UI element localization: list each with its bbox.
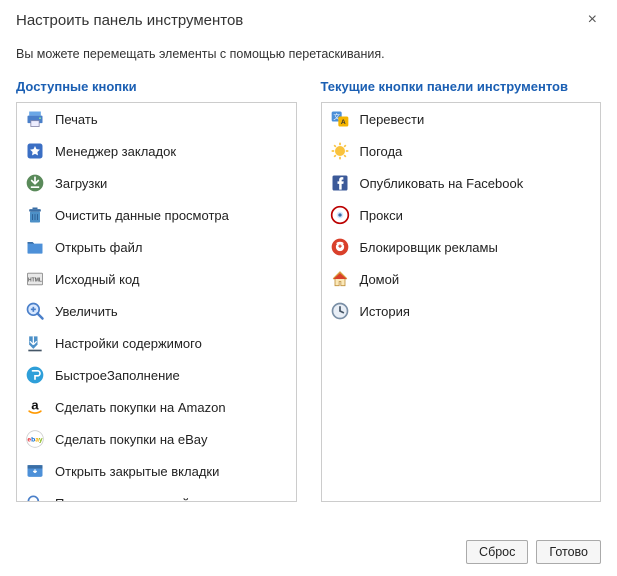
list-item[interactable]: a Сделать покупки на Amazon <box>17 391 296 423</box>
list-item[interactable]: Менеджер закладок <box>17 135 296 167</box>
print-icon <box>25 109 45 129</box>
list-item[interactable]: Опубликовать на Facebook <box>322 167 601 199</box>
list-item[interactable]: Увеличить <box>17 295 296 327</box>
search-icon <box>25 493 45 501</box>
list-item[interactable]: 文A Перевести <box>322 103 601 135</box>
history-icon <box>330 301 350 321</box>
svg-text:A: A <box>340 119 345 126</box>
restore-icon <box>25 461 45 481</box>
close-button[interactable]: × <box>584 12 601 28</box>
list-item-label: Перевести <box>360 112 425 127</box>
list-item-label: Исходный код <box>55 272 140 287</box>
list-item[interactable]: ebay Сделать покупки на eBay <box>17 423 296 455</box>
list-item-label: История <box>360 304 410 319</box>
current-listbox: 文A Перевести Погода Опубликовать на Faceboo… <box>321 102 602 502</box>
list-item-label: Менеджер закладок <box>55 144 176 159</box>
list-item[interactable]: Блокировщик рекламы <box>322 231 601 263</box>
list-item[interactable]: Погода <box>322 135 601 167</box>
zoom-icon <box>25 301 45 321</box>
done-button[interactable]: Готово <box>536 540 601 564</box>
ebay-icon: ebay <box>25 429 45 449</box>
list-item[interactable]: Поиск на текущем сайте <box>17 487 296 501</box>
list-item-label: Блокировщик рекламы <box>360 240 498 255</box>
list-item[interactable]: Открыть закрытые вкладки <box>17 455 296 487</box>
svg-text:a: a <box>31 398 39 413</box>
list-item-label: Открыть файл <box>55 240 142 255</box>
list-item-label: Опубликовать на Facebook <box>360 176 524 191</box>
current-list[interactable]: 文A Перевести Погода Опубликовать на Faceboo… <box>322 103 601 501</box>
facebook-icon <box>330 173 350 193</box>
list-item-label: БыстроеЗаполнение <box>55 368 180 383</box>
list-item-label: Загрузки <box>55 176 107 191</box>
list-item-label: Прокси <box>360 208 403 223</box>
list-item-label: Погода <box>360 144 403 159</box>
list-item[interactable]: История <box>322 295 601 327</box>
svg-text:ebay: ebay <box>27 437 42 444</box>
home-icon <box>330 269 350 289</box>
available-listbox: Печать Менеджер закладок Загрузки Очистить … <box>16 102 297 502</box>
list-item[interactable]: Открыть файл <box>17 231 296 263</box>
list-item-label: Очистить данные просмотра <box>55 208 229 223</box>
list-item[interactable]: Прокси <box>322 199 601 231</box>
weather-icon <box>330 141 350 161</box>
list-item-label: Открыть закрытые вкладки <box>55 464 219 479</box>
list-item-label: Печать <box>55 112 98 127</box>
list-item-label: Поиск на текущем сайте <box>55 496 202 502</box>
autofill-icon <box>25 365 45 385</box>
download-icon <box>25 173 45 193</box>
list-item-label: Настройки содержимого <box>55 336 202 351</box>
dialog-title: Настроить панель инструментов <box>16 12 243 29</box>
svg-text:HTML: HTML <box>28 278 42 284</box>
current-header: Текущие кнопки панели инструментов <box>321 79 602 94</box>
settings-dl-icon <box>25 333 45 353</box>
dialog-subtitle: Вы можете перемещать элементы с помощью … <box>16 47 601 61</box>
proxy-icon <box>330 205 350 225</box>
trash-icon <box>25 205 45 225</box>
list-item[interactable]: Печать <box>17 103 296 135</box>
list-item[interactable]: HTML Исходный код <box>17 263 296 295</box>
available-list[interactable]: Печать Менеджер закладок Загрузки Очистить … <box>17 103 296 501</box>
amazon-icon: a <box>25 397 45 417</box>
list-item[interactable]: Настройки содержимого <box>17 327 296 359</box>
list-item[interactable]: Загрузки <box>17 167 296 199</box>
list-item-label: Сделать покупки на Amazon <box>55 400 226 415</box>
list-item-label: Сделать покупки на eBay <box>55 432 208 447</box>
list-item[interactable]: Очистить данные просмотра <box>17 199 296 231</box>
reset-button[interactable]: Сброс <box>466 540 528 564</box>
html-icon: HTML <box>25 269 45 289</box>
adblock-icon <box>330 237 350 257</box>
translate-icon: 文A <box>330 109 350 129</box>
available-header: Доступные кнопки <box>16 79 297 94</box>
list-item-label: Увеличить <box>55 304 118 319</box>
list-item[interactable]: Домой <box>322 263 601 295</box>
folder-icon <box>25 237 45 257</box>
bookmark-icon <box>25 141 45 161</box>
list-item-label: Домой <box>360 272 400 287</box>
list-item[interactable]: БыстроеЗаполнение <box>17 359 296 391</box>
